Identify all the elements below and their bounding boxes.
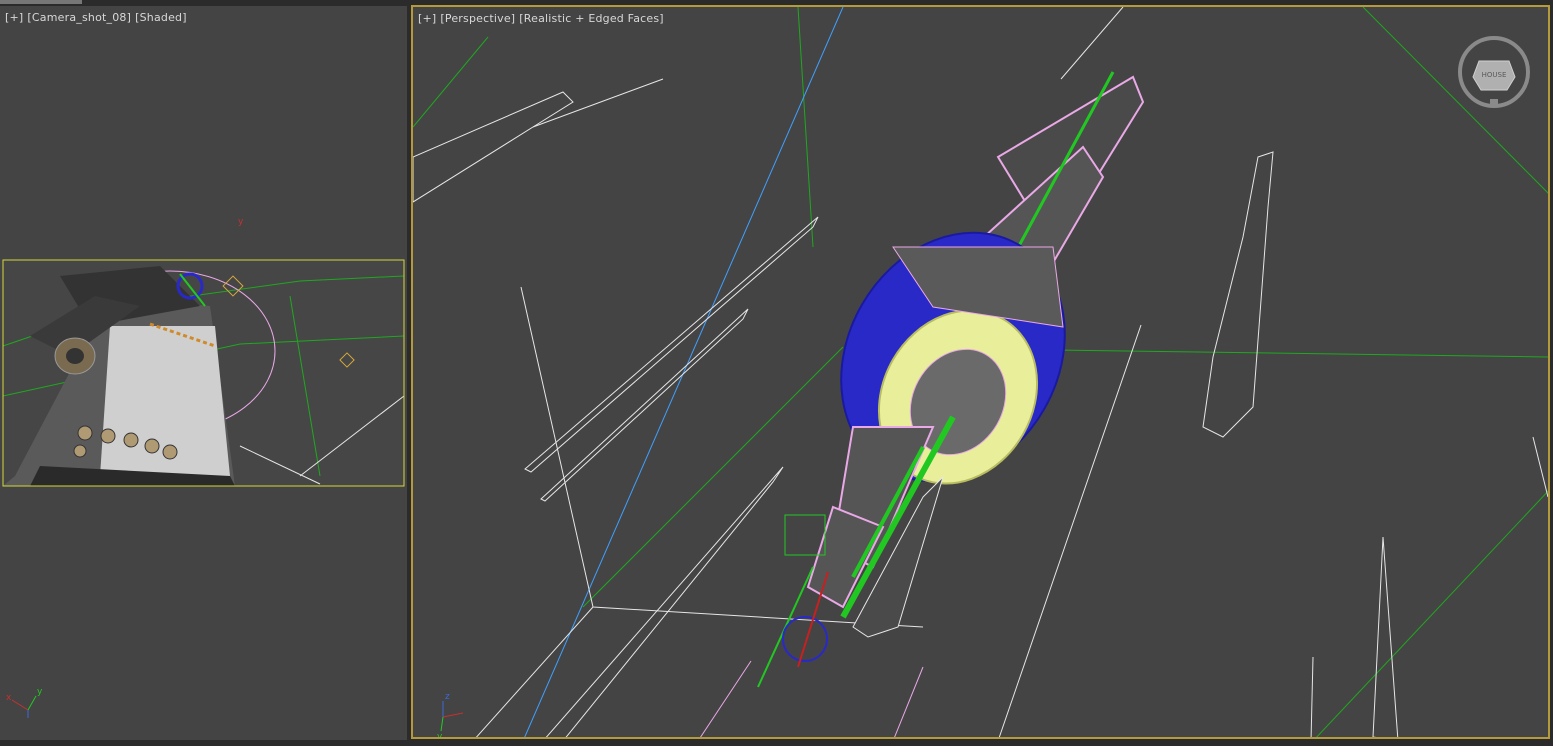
top-edge-tab: [0, 0, 82, 4]
axis-gizmo-left: x y: [6, 687, 43, 718]
camera-viewport[interactable]: [+] [Camera_shot_08] [Shaded] y x y: [0, 6, 407, 740]
axis-gizmo-right: z y: [437, 692, 464, 739]
safe-frame-render: [2, 259, 405, 487]
viewcube[interactable]: HOUSE: [1458, 36, 1530, 108]
svg-text:x: x: [6, 693, 12, 703]
camera-viewport-canvas: y x y: [2, 217, 405, 718]
svg-text:y: y: [37, 687, 43, 697]
main-wireframe-object: [757, 71, 1145, 688]
viewcube-face-label: HOUSE: [1482, 71, 1507, 79]
svg-text:z: z: [445, 692, 450, 702]
perspective-viewport-canvas: HOUSE z y: [413, 7, 1548, 739]
bottom-status-strip: [0, 740, 1553, 746]
axis-y-marker: y: [238, 217, 244, 227]
perspective-viewport[interactable]: [+] [Perspective] [Realistic + Edged Faces…: [411, 5, 1550, 739]
svg-text:y: y: [437, 732, 443, 739]
